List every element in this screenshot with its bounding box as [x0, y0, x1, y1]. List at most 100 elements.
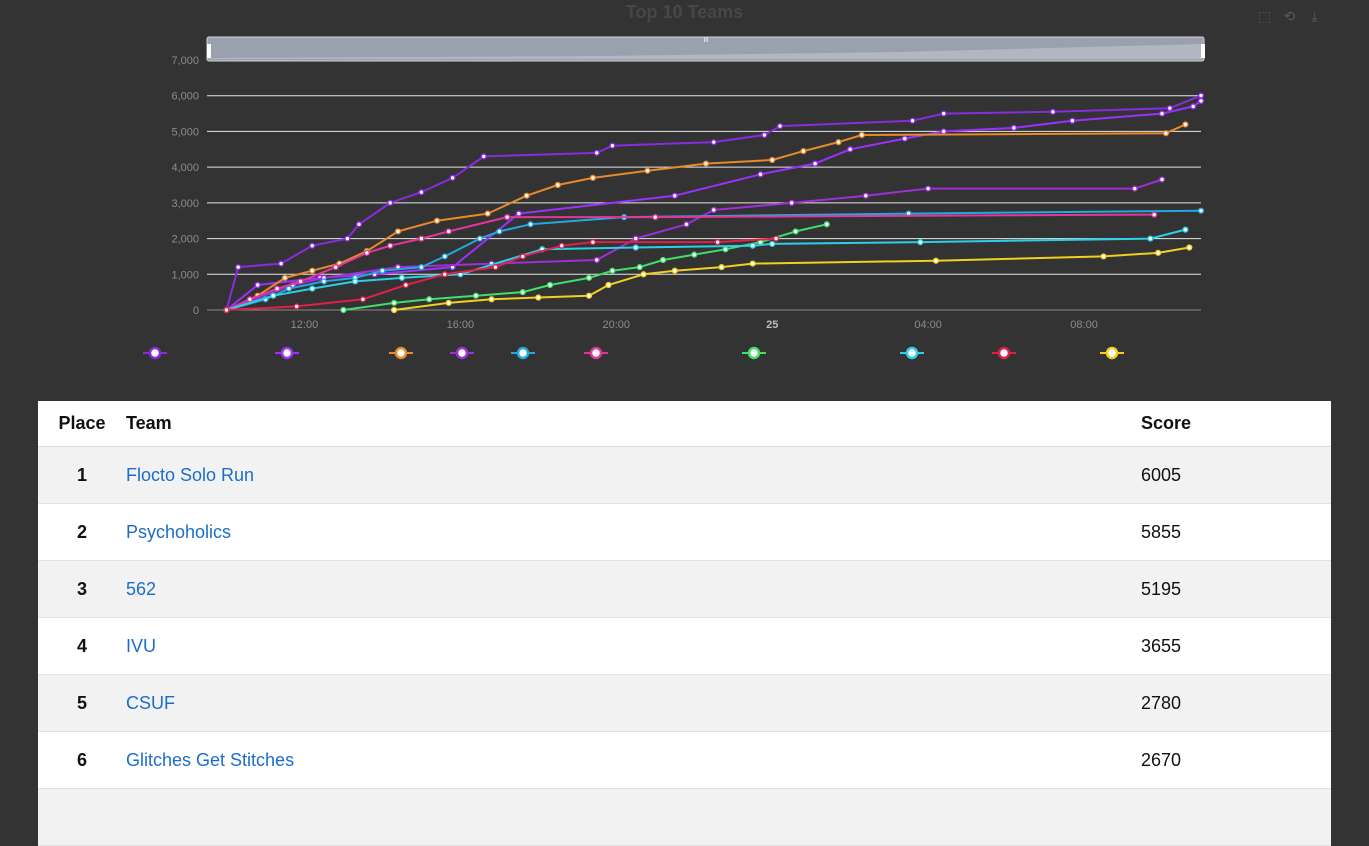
legend-item-6[interactable]	[742, 346, 766, 360]
data-point	[901, 135, 908, 142]
data-point	[441, 271, 448, 278]
header-score: Score	[1141, 401, 1331, 447]
table-row: 2 Psychoholics 5855	[38, 503, 1331, 561]
legend-item-1[interactable]	[275, 346, 299, 360]
data-point	[632, 244, 639, 251]
place-cell: 2	[38, 503, 126, 561]
team-link[interactable]: Flocto Solo Run	[126, 465, 254, 485]
data-point	[862, 192, 869, 199]
data-point	[418, 189, 425, 196]
series-line	[226, 213, 1155, 311]
x-tick-label: 20:00	[603, 319, 631, 331]
data-point	[285, 285, 292, 292]
data-point	[593, 149, 600, 156]
data-point	[488, 296, 495, 303]
data-point	[426, 296, 433, 303]
data-point	[757, 171, 764, 178]
data-point	[659, 256, 667, 264]
data-point	[835, 139, 842, 146]
data-point	[940, 110, 947, 117]
x-tick-label: 04:00	[914, 319, 942, 331]
data-point	[609, 142, 616, 149]
legend-item-9[interactable]	[1100, 346, 1124, 360]
legend-marker	[997, 346, 1011, 360]
team-link[interactable]: Glitches Get Stitches	[126, 750, 294, 770]
header-team: Team	[126, 401, 1141, 447]
series-9	[391, 244, 1193, 314]
legend-item-4[interactable]	[511, 346, 535, 360]
y-tick-label: 3,000	[171, 198, 199, 210]
data-point	[418, 235, 425, 242]
data-point	[683, 221, 690, 228]
table-row: 6 Glitches Get Stitches 2670	[38, 731, 1331, 789]
data-point	[496, 228, 503, 235]
team-link[interactable]: Psychoholics	[126, 522, 231, 542]
data-point	[363, 249, 370, 256]
legend-marker	[280, 346, 294, 360]
data-point	[1010, 124, 1017, 131]
place-cell: 1	[38, 446, 126, 504]
zoom-move-handle: III	[703, 38, 708, 44]
data-point	[640, 271, 647, 278]
data-point	[441, 253, 448, 260]
team-link[interactable]: 562	[126, 579, 156, 599]
data-point	[535, 294, 542, 301]
legend-item-0[interactable]	[143, 346, 167, 360]
x-tick-label: 25	[766, 319, 778, 331]
data-point	[1186, 244, 1193, 251]
data-point	[402, 281, 409, 289]
data-point	[714, 239, 721, 246]
data-point	[722, 246, 729, 253]
team-cell: Glitches Get Stitches	[126, 731, 1141, 789]
data-zoom-slider: III	[206, 36, 1205, 62]
data-point	[391, 306, 398, 314]
data-point	[917, 239, 924, 246]
data-point	[1155, 249, 1162, 256]
table-row: 1 Flocto Solo Run 6005	[38, 446, 1331, 504]
data-point	[773, 235, 780, 242]
team-link[interactable]: IVU	[126, 636, 156, 656]
data-point	[1162, 130, 1170, 137]
data-point	[387, 242, 394, 249]
y-tick-label: 6,000	[171, 91, 199, 103]
data-point	[1100, 253, 1107, 260]
data-point	[1049, 108, 1056, 115]
data-point	[418, 264, 425, 271]
legend-item-5[interactable]	[584, 346, 608, 360]
data-point	[909, 117, 916, 124]
data-point	[925, 185, 932, 192]
data-point	[504, 214, 511, 221]
legend-marker	[1105, 346, 1119, 360]
data-point	[293, 303, 300, 310]
place-cell: 4	[38, 617, 126, 675]
score-cell: 5195	[1141, 560, 1331, 618]
table-row: 4 IVU 3655	[38, 617, 1331, 675]
team-link[interactable]: CSUF	[126, 693, 175, 713]
data-point	[254, 281, 261, 289]
data-point	[800, 147, 807, 155]
legend-item-7[interactable]	[900, 346, 924, 360]
data-point	[246, 296, 253, 303]
data-point	[480, 153, 487, 160]
data-point	[274, 285, 281, 292]
score-cell: 6005	[1141, 446, 1331, 504]
legend-marker	[455, 346, 469, 360]
data-point	[379, 267, 386, 274]
data-point	[394, 228, 402, 235]
data-point	[309, 242, 316, 249]
data-point	[811, 160, 819, 167]
data-point	[605, 281, 612, 289]
data-point	[788, 199, 795, 206]
legend-marker	[589, 346, 603, 360]
x-tick-label: 08:00	[1070, 319, 1098, 331]
legend-item-3[interactable]	[450, 346, 474, 360]
data-point	[585, 274, 593, 281]
legend-item-8[interactable]	[992, 346, 1016, 360]
legend-item-2[interactable]	[389, 346, 413, 360]
legend-marker	[905, 346, 919, 360]
team-cell: 562	[126, 560, 1141, 618]
y-tick-label: 7,000	[171, 55, 199, 67]
place-cell: 3	[38, 560, 126, 618]
data-point	[1166, 105, 1173, 112]
data-point	[472, 292, 480, 299]
